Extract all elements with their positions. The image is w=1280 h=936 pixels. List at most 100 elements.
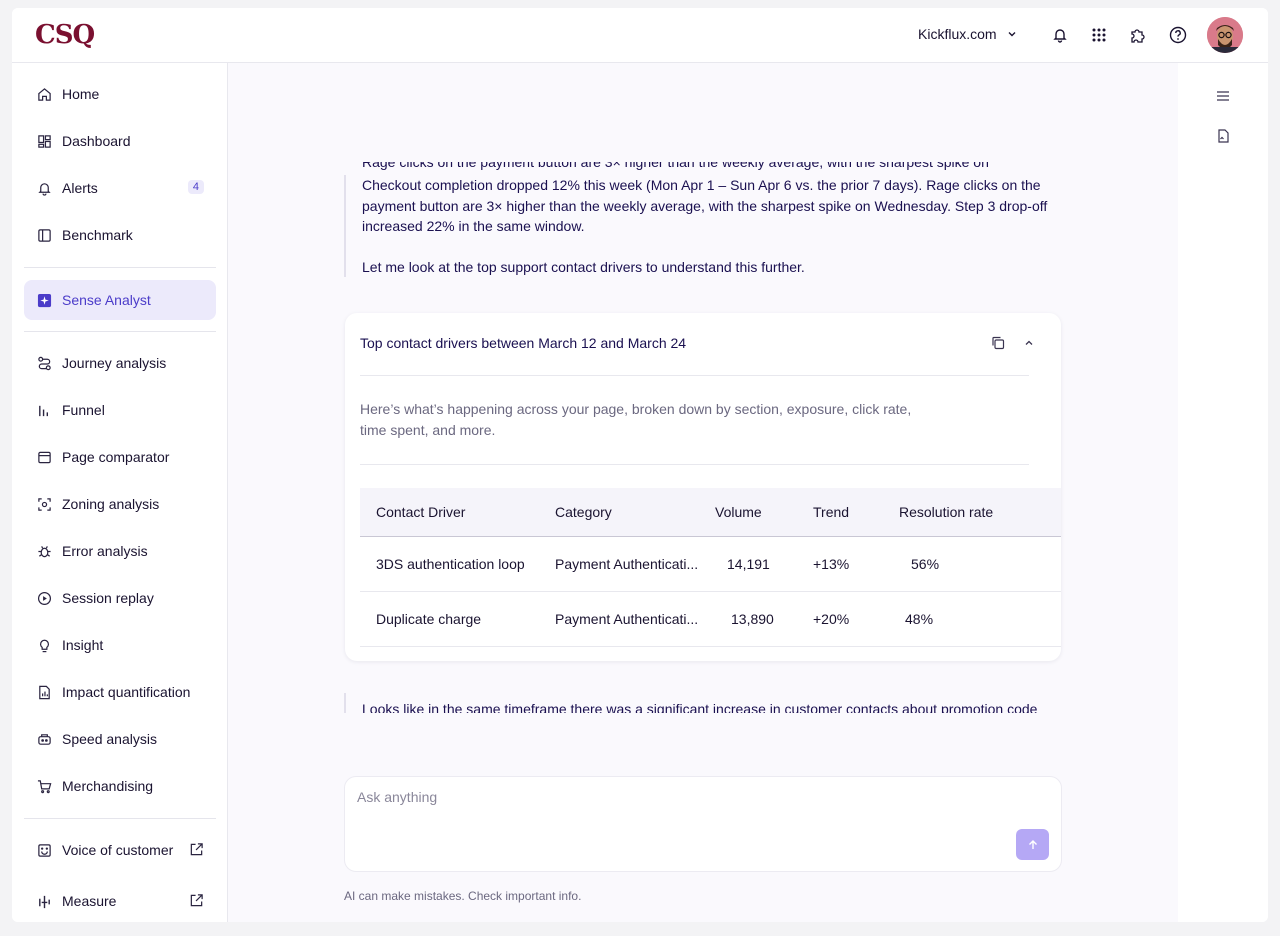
sidebar: Home Dashboard Alerts 4 Benchmark Sense … [12,63,228,922]
ai-disclaimer: AI can make mistakes. Check important in… [344,889,582,903]
sidebar-item-alerts[interactable]: Alerts 4 [24,169,216,207]
domain-selector[interactable]: Kickflux.com [918,26,1017,42]
sidebar-item-label: Error analysis [62,543,148,559]
sidebar-item-label: Speed analysis [62,731,157,747]
play-icon [36,590,52,606]
sidebar-item-funnel[interactable]: Funnel [24,391,216,429]
sidebar-item-page-comparator[interactable]: Page comparator [24,438,216,476]
message-text: Looks like in the same timeframe there w… [362,701,1038,713]
message-text: Checkout completion dropped 12% this wee… [362,177,1048,234]
column-header[interactable]: Contact Driver [360,488,555,537]
help-icon[interactable] [1168,25,1188,45]
funnel-icon [36,402,52,418]
sidebar-item-dashboard[interactable]: Dashboard [24,122,216,160]
top-bar: CSQ Kickflux.com [12,8,1268,63]
card-divider [360,375,1029,376]
report-icon [36,684,52,700]
logo[interactable]: CSQ [35,20,95,50]
sidebar-item-label: Impact quantification [62,684,191,700]
sidebar-divider [24,267,216,268]
sidebar-item-label: Voice of customer [62,842,174,858]
menu-icon[interactable] [1215,88,1231,107]
sidebar-item-sense-analyst[interactable]: Sense Analyst [24,280,216,320]
sidebar-item-label: Journey analysis [62,355,167,371]
app-window: CSQ Kickflux.com Home Dashboard Alerts 4… [12,8,1268,922]
bug-icon [36,543,52,559]
benchmark-icon [36,227,52,243]
column-header[interactable]: Volume [715,488,813,537]
table-cell: Payment Authenticati... [555,591,715,647]
user-avatar[interactable] [1207,17,1243,53]
right-rail [1178,63,1268,922]
cart-icon [36,778,52,794]
home-icon [36,86,52,102]
zoning-icon [36,496,52,512]
sidebar-item-label: Benchmark [62,227,133,243]
sidebar-item-benchmark[interactable]: Benchmark [24,216,216,254]
table-cell: Payment Authenticati... [555,536,715,592]
chat-panel: Rage clicks on the payment button are 3×… [228,63,1178,922]
sidebar-item-label: Measure [62,893,117,909]
clipped-message-line: Rage clicks on the payment button are 3×… [344,162,1056,172]
lightbulb-icon [36,637,52,653]
assistant-message: Looks like in the same timeframe there w… [344,693,1056,713]
table-cell: 3DS authentication loop [360,536,555,592]
contact-drivers-card: Top contact drivers between March 12 and… [345,313,1061,661]
sidebar-item-journey-analysis[interactable]: Journey analysis [24,344,216,382]
voice-icon [36,842,52,858]
sidebar-item-label: Session replay [62,590,154,606]
chat-composer [344,776,1062,872]
card-title: Top contact drivers between March 12 and… [360,335,687,351]
chat-input[interactable] [357,789,957,805]
table-cell: 48% [899,591,1061,647]
column-header[interactable]: Resolution rate [899,488,1061,537]
table-cell: 13,890 [715,591,813,647]
speed-icon [36,731,52,747]
sidebar-item-label: Merchandising [62,778,154,794]
sidebar-item-impact-quantification[interactable]: Impact quantification [24,673,216,711]
document-icon[interactable] [1215,128,1231,147]
sidebar-item-measure[interactable]: Measure [24,882,216,920]
message-text: Let me look at the top support contact d… [362,258,805,275]
sidebar-item-merchandising[interactable]: Merchandising [24,767,216,805]
bell-icon [36,180,52,196]
sidebar-item-error-analysis[interactable]: Error analysis [24,532,216,570]
sidebar-item-label: Alerts [62,180,98,196]
bell-icon[interactable] [1050,25,1070,45]
sidebar-item-label: Home [62,86,100,102]
sidebar-item-session-replay[interactable]: Session replay [24,579,216,617]
column-header[interactable]: Category [555,488,715,537]
sidebar-item-voice-of-customer[interactable]: Voice of customer [24,831,216,869]
sidebar-item-label: Sense Analyst [62,292,151,308]
apps-grid-icon[interactable] [1089,25,1109,45]
sidebar-item-insight[interactable]: Insight [24,626,216,664]
column-header[interactable]: Trend [813,488,899,537]
contact-drivers-table: Contact Driver Category Volume Trend Res… [360,488,1061,647]
table-row[interactable]: Duplicate charge Payment Authenticati...… [360,591,1061,647]
sparkle-icon [36,292,52,308]
puzzle-icon[interactable] [1128,25,1148,45]
send-button[interactable] [1016,829,1049,860]
chevron-up-icon[interactable] [1021,335,1037,354]
table-row[interactable]: 3DS authentication loop Payment Authenti… [360,536,1061,592]
measure-icon [36,893,52,909]
sidebar-item-home[interactable]: Home [24,75,216,113]
assistant-message: Checkout completion dropped 12% this wee… [344,175,1056,277]
table-cell: 56% [899,536,1061,592]
sidebar-item-label: Dashboard [62,133,131,149]
sidebar-item-label: Funnel [62,402,105,418]
card-description: Here’s what’s happening across your page… [360,401,912,438]
copy-icon[interactable] [990,335,1006,354]
page-icon [36,449,52,465]
card-divider [360,464,1029,465]
table-cell: 14,191 [715,536,813,592]
sidebar-item-speed-analysis[interactable]: Speed analysis [24,720,216,758]
sidebar-item-zoning-analysis[interactable]: Zoning analysis [24,485,216,523]
dashboard-icon [36,133,52,149]
sidebar-divider [24,331,216,332]
external-link-icon [189,842,204,860]
journey-icon [36,355,52,371]
sidebar-item-label: Page comparator [62,449,170,465]
table-cell: +20% [813,591,899,647]
table-header-row: Contact Driver Category Volume Trend Res… [360,488,1061,537]
